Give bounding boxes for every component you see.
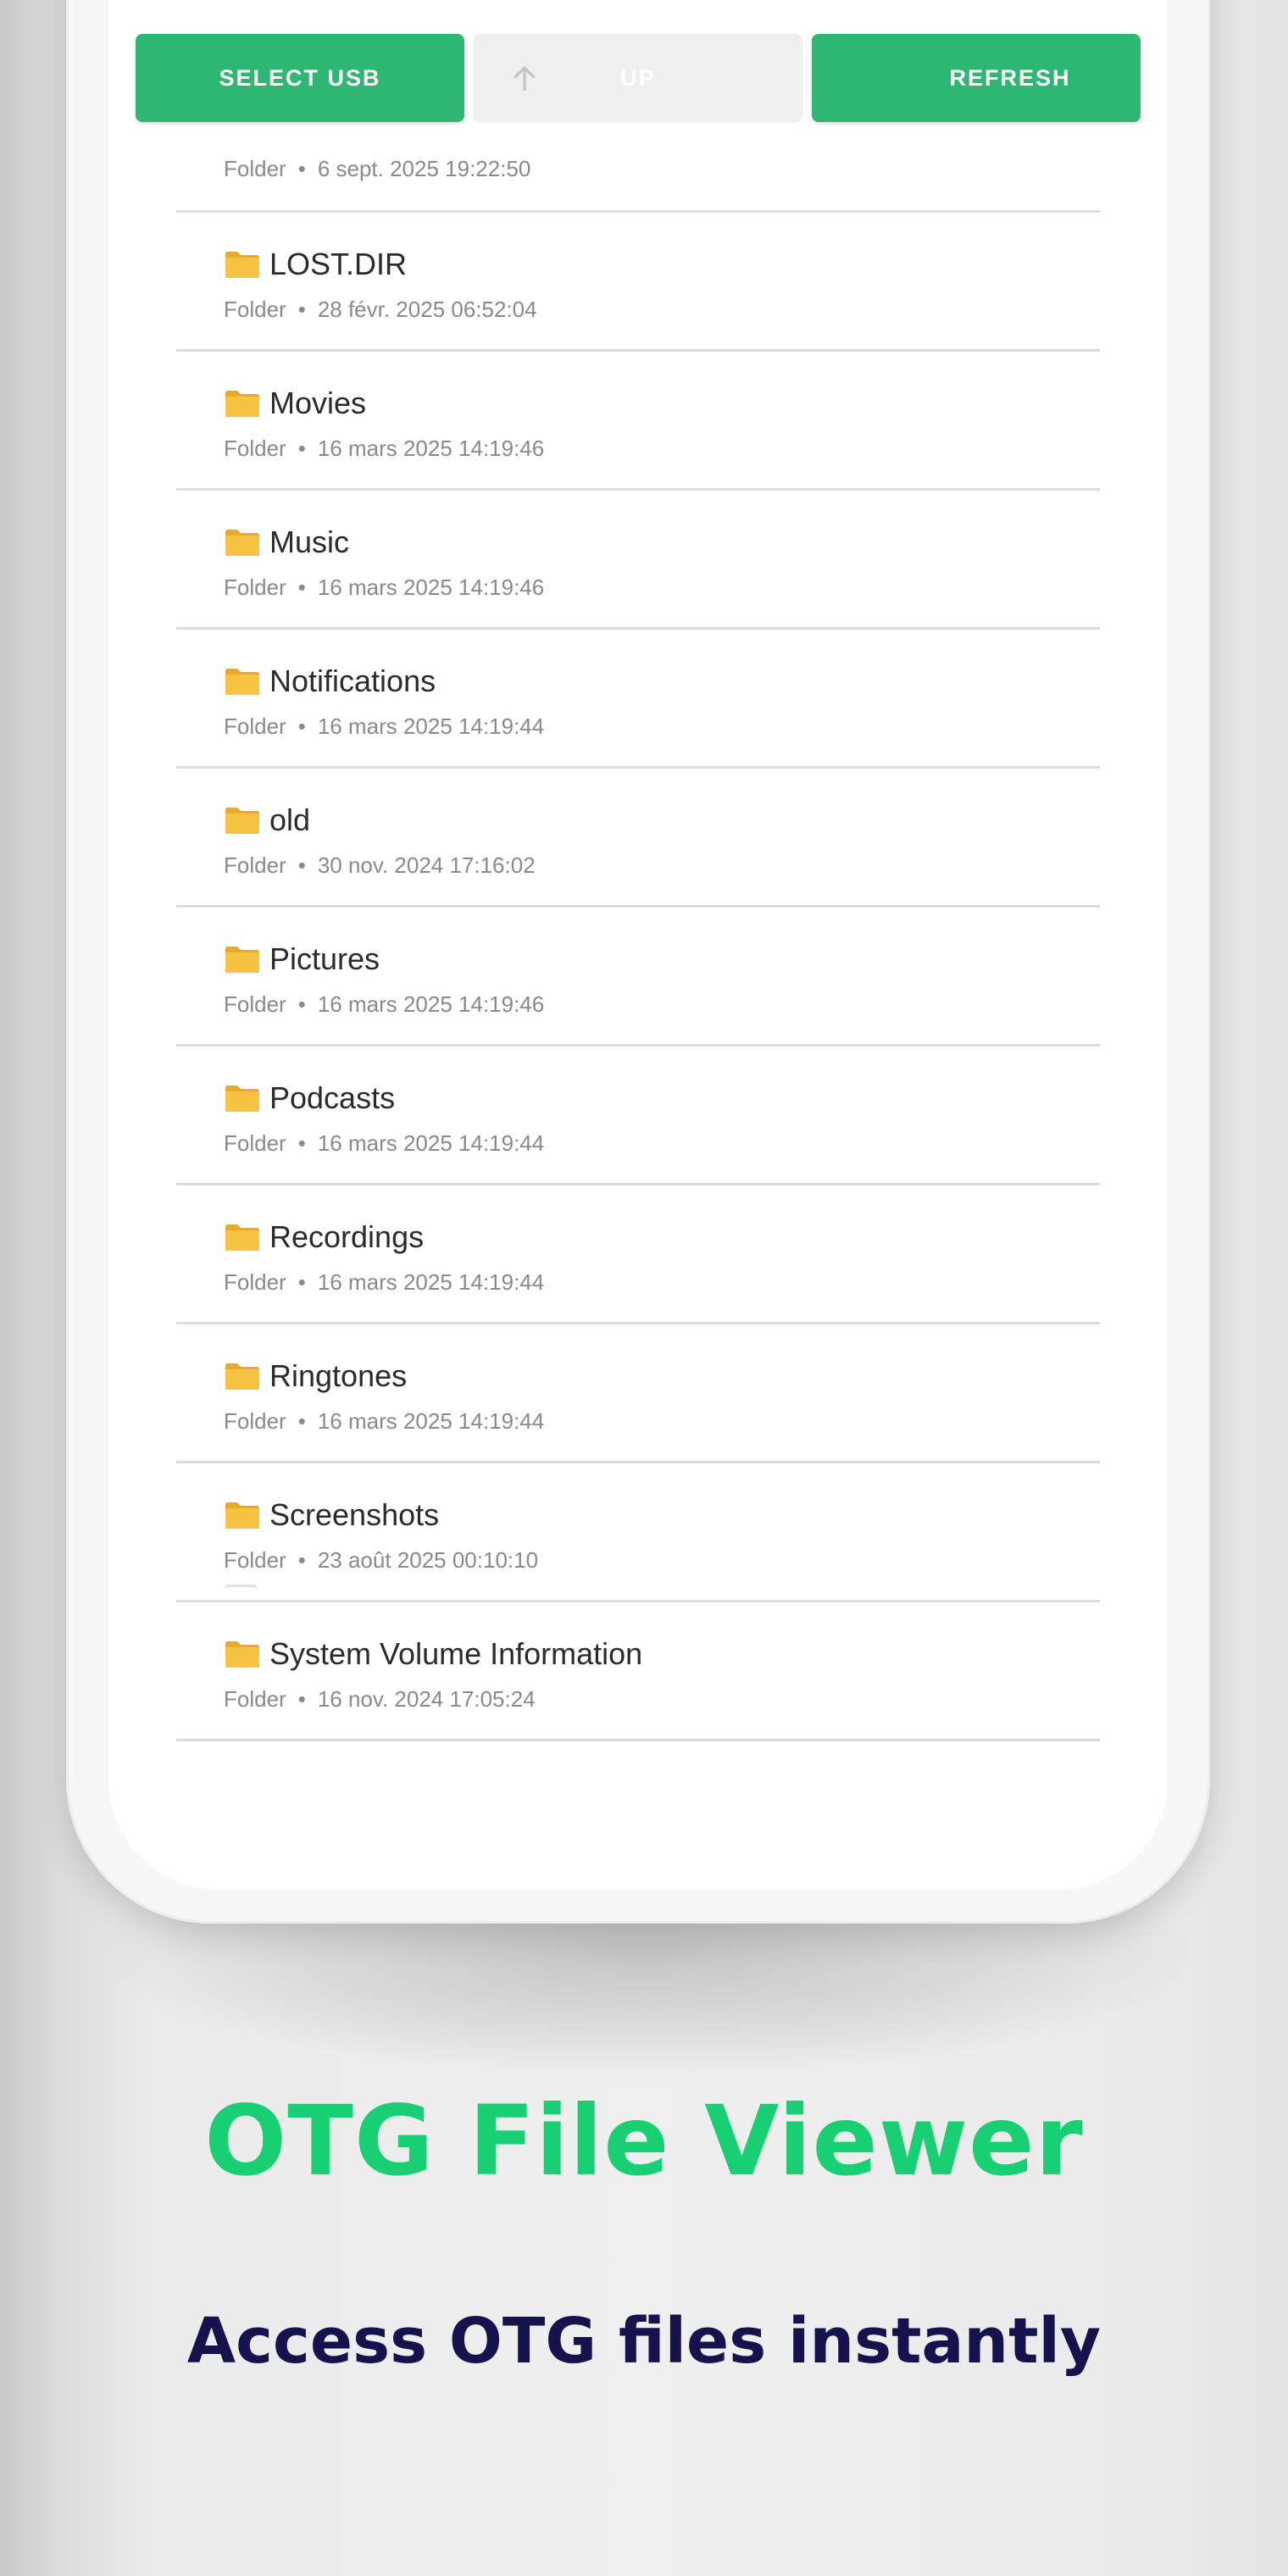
item-name: Notifications [269,663,436,698]
item-name: Ringtones [269,1358,408,1393]
folder-icon [225,1641,259,1668]
item-date: 16 mars 2025 14:19:44 [317,713,545,739]
item-date: 16 mars 2025 14:19:46 [317,436,545,461]
item-date: 16 mars 2025 14:19:44 [317,1130,545,1156]
list-item[interactable]: Podcasts Folder • 16 mars 2025 14:19:44 [176,1046,1100,1185]
list-item[interactable]: old Folder • 30 nov. 2024 17:16:02 [176,769,1100,908]
phone-frame: SELECT USB UP REFRESH Folder • 6 sept. 202… [66,0,1210,1924]
item-name: Movies [269,386,367,420]
folder-icon [225,1363,259,1390]
item-name: LOST.DIR [269,247,408,281]
folder-rows: LOST.DIR Folder • 28 févr. 2025 06:52:04 Mov… [176,213,1100,1741]
list-item[interactable]: Notifications Folder • 16 mars 2025 14:19:4… [176,630,1100,769]
item-name: Pictures [269,941,380,976]
item-name: Screenshots [269,1497,440,1532]
list-item[interactable]: Pictures Folder • 16 mars 2025 14:19:46 [176,908,1100,1046]
folder-icon [225,530,259,556]
item-type: Folder [224,436,286,461]
item-date: 16 nov. 2024 17:05:24 [317,1686,536,1712]
item-type: Folder [224,991,286,1017]
item-meta: Folder • 16 mars 2025 14:19:44 [224,713,545,739]
item-type: Folder [224,575,286,600]
item-meta: Folder • 16 mars 2025 14:19:44 [224,1269,545,1295]
folder-icon [225,1224,259,1251]
item-date: 6 sept. 2025 19:22:50 [317,156,531,181]
item-name: old [269,802,311,837]
item-type: Folder [224,156,286,181]
item-meta: Folder • 16 mars 2025 14:19:46 [224,575,545,600]
item-name: Podcasts [269,1080,396,1115]
item-meta: Folder • 28 févr. 2025 06:52:04 [224,297,537,322]
item-meta: Folder • 16 mars 2025 14:19:46 [224,436,545,461]
item-date: 28 févr. 2025 06:52:04 [317,297,537,322]
list-item[interactable]: Movies Folder • 16 mars 2025 14:19:46 [176,352,1100,491]
file-list: Folder • 6 sept. 2025 19:22:50 LOST.DIR Fol… [176,153,1100,1741]
item-name: Recordings [269,1219,425,1254]
folder-icon [225,808,259,834]
folder-icon [225,669,259,695]
list-item[interactable]: LOST.DIR Folder • 28 févr. 2025 06:52:04 [176,213,1100,352]
item-meta: Folder • 16 nov. 2024 17:05:24 [224,1686,536,1712]
folder-icon [225,947,259,973]
item-meta: Folder • 30 nov. 2024 17:16:02 [224,852,536,878]
app-screen: SELECT USB UP REFRESH Folder • 6 sept. 202… [108,0,1168,1890]
item-date: 16 mars 2025 14:19:44 [317,1408,545,1434]
refresh-label: REFRESH [949,64,1071,91]
item-type: Folder [224,713,286,739]
folder-icon [225,391,259,417]
item-date: 16 mars 2025 14:19:46 [317,575,545,600]
list-item-meta-partial: Folder • 6 sept. 2025 19:22:50 [224,156,531,181]
item-name: Music [269,525,350,559]
item-date: 30 nov. 2024 17:16:02 [317,852,536,878]
select-usb-label: SELECT USB [219,64,381,91]
item-type: Folder [224,1547,286,1573]
list-item[interactable]: Music Folder • 16 mars 2025 14:19:46 [176,491,1100,630]
up-label: UP [620,64,656,91]
folder-icon [225,252,259,278]
item-type: Folder [224,1130,286,1156]
toolbar: SELECT USB UP REFRESH [136,34,1141,124]
item-type: Folder [224,297,286,322]
list-item[interactable]: Recordings Folder • 16 mars 2025 14:19:44 [176,1185,1100,1324]
partial-folder-icon [224,1585,258,1596]
item-meta: Folder • 16 mars 2025 14:19:44 [224,1130,545,1156]
list-item[interactable]: Screenshots Folder • 23 août 2025 00:10:10 [176,1463,1100,1602]
item-date: 23 août 2025 00:10:10 [317,1547,539,1573]
item-date: 16 mars 2025 14:19:44 [317,1269,545,1295]
select-usb-button[interactable]: SELECT USB [136,34,464,122]
item-name: System Volume Information [269,1636,643,1671]
up-button[interactable]: UP [474,34,802,122]
item-date: 16 mars 2025 14:19:46 [317,991,545,1017]
item-meta: Folder • 16 mars 2025 14:19:46 [224,991,545,1017]
folder-icon [225,1085,259,1112]
folder-icon [225,1502,259,1529]
refresh-button[interactable]: REFRESH [812,34,1141,122]
list-item[interactable]: System Volume Information Folder • 16 nov. … [176,1602,1100,1741]
item-meta: Folder • 23 août 2025 00:10:10 [224,1547,539,1573]
item-type: Folder [224,1686,286,1712]
item-type: Folder [224,1408,286,1434]
item-type: Folder [224,1269,286,1295]
promo-subline: Access OTG files instantly [186,2305,1102,2378]
arrow-up-icon [514,66,536,92]
item-meta: Folder • 16 mars 2025 14:19:44 [224,1408,545,1434]
promo-headline: OTG File Viewer [204,2085,1084,2197]
item-type: Folder [224,852,286,878]
list-item[interactable]: Ringtones Folder • 16 mars 2025 14:19:44 [176,1324,1100,1463]
